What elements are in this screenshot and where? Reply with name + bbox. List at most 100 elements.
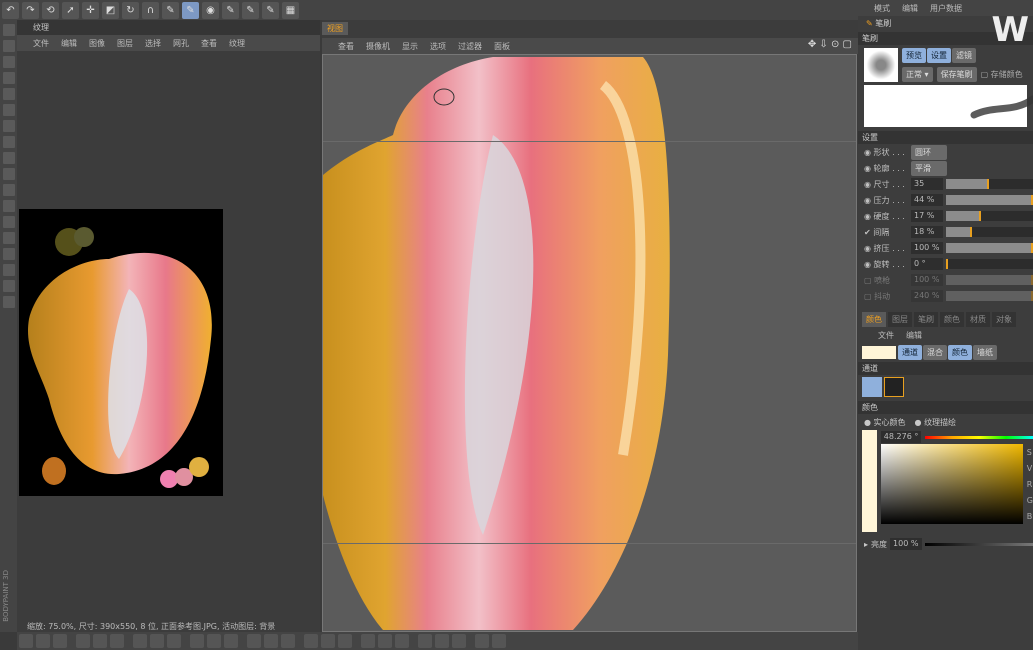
menu-item[interactable]: 查看 <box>201 38 217 49</box>
color-tab[interactable]: 材质 <box>966 312 990 327</box>
setting-slider[interactable] <box>946 275 1033 285</box>
color-tab[interactable]: 笔刷 <box>914 312 938 327</box>
save-brush-button[interactable]: 保存笔刷 <box>936 67 977 82</box>
menu-item[interactable]: 文件 <box>33 38 49 49</box>
menu-item[interactable]: 面板 <box>494 41 510 52</box>
brightness-slider[interactable] <box>925 542 1033 546</box>
setting-slider[interactable] <box>946 291 1033 301</box>
tool-icon[interactable] <box>2 168 15 180</box>
uv-tool-icon[interactable] <box>224 634 238 648</box>
brush-b-icon[interactable]: ✎ <box>242 1 259 19</box>
rotate-icon[interactable]: ↻ <box>122 1 139 19</box>
uv-tool-icon[interactable] <box>264 634 278 648</box>
setting-value[interactable]: 240 % <box>911 290 943 302</box>
magnet-icon[interactable]: ∩ <box>142 1 159 19</box>
channel-thumbs[interactable] <box>858 375 1033 401</box>
store-color-checkbox[interactable]: ▢ 存储颜色 <box>981 69 1023 80</box>
setting-value[interactable]: 100 % <box>911 274 943 286</box>
paint-setup-icon[interactable]: ✎ <box>162 1 179 19</box>
uv-tool-icon[interactable] <box>378 634 392 648</box>
brush-c-icon[interactable]: ✎ <box>262 1 279 19</box>
setting-value[interactable]: 18 % <box>911 226 943 238</box>
setting-value[interactable]: 圆环 <box>911 144 947 160</box>
menu-item[interactable]: 网孔 <box>173 38 189 49</box>
tool-icon[interactable] <box>2 72 15 84</box>
channel-label[interactable]: R <box>1027 480 1033 489</box>
sv-picker[interactable] <box>880 444 1023 524</box>
uv-tool-icon[interactable] <box>435 634 449 648</box>
tool-icon[interactable] <box>2 136 15 148</box>
setting-slider[interactable] <box>946 227 1033 237</box>
setting-slider[interactable] <box>946 179 1033 189</box>
uv-tool-icon[interactable] <box>110 634 124 648</box>
brush-a-icon[interactable]: ✎ <box>222 1 239 19</box>
menu-item[interactable]: 查看 <box>338 41 354 52</box>
uv-tool-icon[interactable] <box>53 634 67 648</box>
brush-tab[interactable]: 预览 <box>902 48 926 63</box>
setting-slider[interactable] <box>946 259 1033 269</box>
brush-preview[interactable] <box>864 48 898 82</box>
uv-tool-icon[interactable] <box>133 634 147 648</box>
tool-icon[interactable] <box>2 264 15 276</box>
tool-icon[interactable] <box>2 216 15 228</box>
setting-value[interactable]: 35 <box>911 178 943 190</box>
tool-icon[interactable] <box>2 24 15 36</box>
uv-tool-icon[interactable] <box>36 634 50 648</box>
tool-icon[interactable] <box>2 152 15 164</box>
paint-3d-icon[interactable]: ✎ <box>182 1 199 19</box>
menu-item[interactable]: 编辑 <box>906 330 922 341</box>
tool-icon[interactable] <box>2 200 15 212</box>
render-icon[interactable]: ▦ <box>282 1 299 19</box>
menu-item[interactable]: 过滤器 <box>458 41 482 52</box>
color-tab[interactable]: 颜色 <box>940 312 964 327</box>
color-mode-button[interactable]: 墙纸 <box>973 345 997 360</box>
uv-tool-icon[interactable] <box>361 634 375 648</box>
menu-item[interactable]: 图层 <box>117 38 133 49</box>
scale-icon[interactable]: ◩ <box>102 1 119 19</box>
setting-value[interactable]: 100 % <box>911 242 943 254</box>
color-tab[interactable]: 图层 <box>888 312 912 327</box>
menu-item[interactable]: 纹理 <box>229 38 245 49</box>
channel-label[interactable]: B <box>1027 512 1033 521</box>
uv-tool-icon[interactable] <box>76 634 90 648</box>
menu-item[interactable]: 显示 <box>402 41 418 52</box>
view-nav-icons[interactable]: ✥ ⇩ ⊙ ▢ <box>808 39 852 50</box>
tool-icon[interactable] <box>2 296 15 308</box>
uv-tool-icon[interactable] <box>190 634 204 648</box>
uv-tool-icon[interactable] <box>475 634 489 648</box>
menu-item[interactable]: 编辑 <box>902 3 918 14</box>
color-mode-button[interactable]: 颜色 <box>948 345 972 360</box>
uv-tool-icon[interactable] <box>207 634 221 648</box>
channel-label[interactable]: S <box>1027 448 1033 457</box>
color-mode-button[interactable]: 通道 <box>898 345 922 360</box>
color-tab[interactable]: 对象 <box>992 312 1016 327</box>
tool-icon[interactable] <box>2 280 15 292</box>
tool-icon[interactable] <box>2 88 15 100</box>
color-mode-button[interactable]: 混合 <box>923 345 947 360</box>
uv-tool-icon[interactable] <box>338 634 352 648</box>
menu-item[interactable]: 用户数据 <box>930 3 962 14</box>
tool-icon[interactable] <box>2 56 15 68</box>
tool-icon[interactable] <box>2 104 15 116</box>
current-color-swatch[interactable] <box>862 346 896 359</box>
texture-fill-radio[interactable]: ● 纹理描绘 <box>915 417 957 428</box>
move-icon[interactable]: ✛ <box>82 1 99 19</box>
uv-tool-icon[interactable] <box>492 634 506 648</box>
projection-icon[interactable]: ◉ <box>202 1 219 19</box>
tab-view[interactable]: 视图 <box>322 22 348 35</box>
hue-field[interactable]: 48.276 ° <box>880 431 921 443</box>
tool-icon[interactable] <box>2 184 15 196</box>
menu-item[interactable]: 图像 <box>89 38 105 49</box>
tool-icon[interactable] <box>2 248 15 260</box>
reset-icon[interactable]: ⟲ <box>42 1 59 19</box>
uv-tool-icon[interactable] <box>19 634 33 648</box>
channel-label[interactable]: G <box>1027 496 1033 505</box>
uv-tool-icon[interactable] <box>150 634 164 648</box>
uv-tool-icon[interactable] <box>304 634 318 648</box>
setting-slider[interactable] <box>946 243 1033 253</box>
uv-tool-icon[interactable] <box>452 634 466 648</box>
menu-item[interactable]: 选择 <box>145 38 161 49</box>
setting-value[interactable]: 平滑 <box>911 160 947 176</box>
menu-item[interactable]: 模式 <box>874 3 890 14</box>
viewport-canvas[interactable] <box>322 54 857 632</box>
